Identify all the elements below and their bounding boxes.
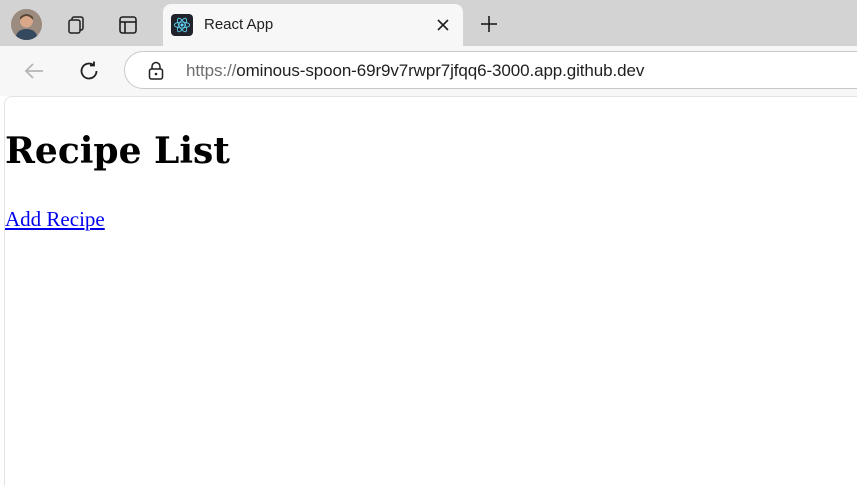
workspaces-button[interactable] — [59, 8, 93, 42]
refresh-button[interactable] — [72, 54, 106, 88]
close-icon — [437, 19, 449, 31]
url-host: ominous-spoon-69r9v7rwpr7jfqq6-3000.app.… — [236, 61, 645, 80]
page-title: Recipe List — [5, 130, 230, 172]
refresh-icon — [80, 61, 98, 80]
browser-toolbar: https://ominous-spoon-69r9v7rwpr7jfqq6-3… — [0, 46, 857, 96]
avatar-icon — [11, 9, 42, 40]
address-bar[interactable]: https://ominous-spoon-69r9v7rwpr7jfqq6-3… — [124, 51, 857, 89]
tab-strip: React App — [0, 0, 857, 46]
back-arrow-icon — [24, 63, 43, 79]
back-button[interactable] — [17, 54, 51, 88]
url-scheme: https:// — [186, 61, 237, 80]
tab-react-app[interactable]: React App — [163, 4, 463, 46]
tab-actions-icon — [119, 16, 137, 34]
url-text[interactable]: https://ominous-spoon-69r9v7rwpr7jfqq6-3… — [186, 61, 644, 81]
tab-actions-button[interactable] — [111, 8, 145, 42]
plus-icon — [481, 16, 497, 32]
react-icon — [171, 14, 193, 36]
page-viewport: Recipe List Add Recipe — [4, 96, 857, 486]
add-recipe-link[interactable]: Add Recipe — [5, 207, 105, 232]
tab-title: React App — [204, 16, 274, 33]
new-tab-button[interactable] — [474, 8, 504, 40]
workspaces-icon — [68, 16, 84, 34]
profile-avatar[interactable] — [11, 9, 42, 40]
lock-icon[interactable] — [147, 61, 165, 81]
close-tab-button[interactable] — [431, 13, 455, 37]
